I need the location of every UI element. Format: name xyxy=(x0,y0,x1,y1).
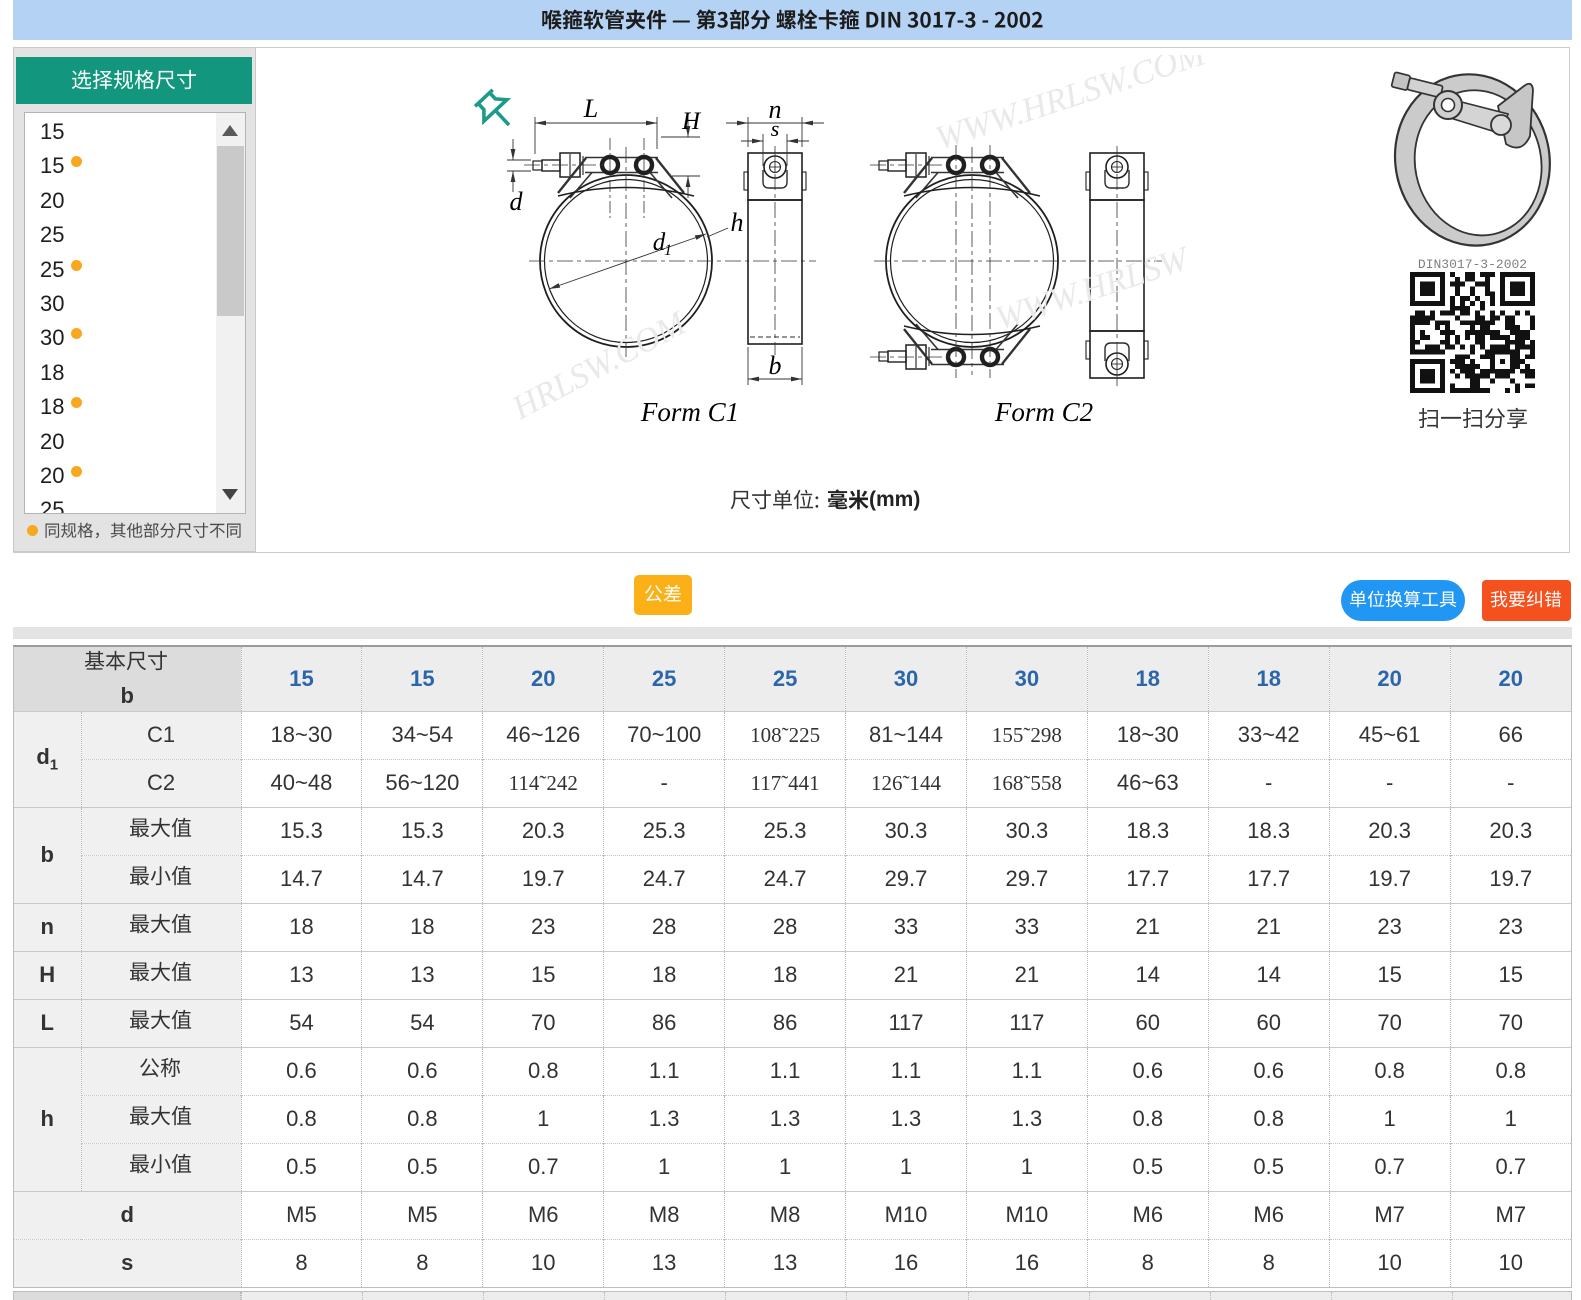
svg-text:Form C1: Form C1 xyxy=(640,397,739,427)
svg-text:Form C2: Form C2 xyxy=(994,397,1093,427)
svg-text:h: h xyxy=(731,208,744,237)
svg-text:H: H xyxy=(681,108,702,135)
svg-text:b: b xyxy=(769,351,782,380)
svg-text:L: L xyxy=(583,94,598,123)
svg-text:WWW.HRLSW.COM: WWW.HRLSW.COM xyxy=(931,55,1211,158)
svg-text:1: 1 xyxy=(664,242,672,259)
svg-text:WWW.HRLSW: WWW.HRLSW xyxy=(991,240,1195,338)
svg-text:s: s xyxy=(771,116,780,141)
svg-text:d: d xyxy=(510,187,524,216)
